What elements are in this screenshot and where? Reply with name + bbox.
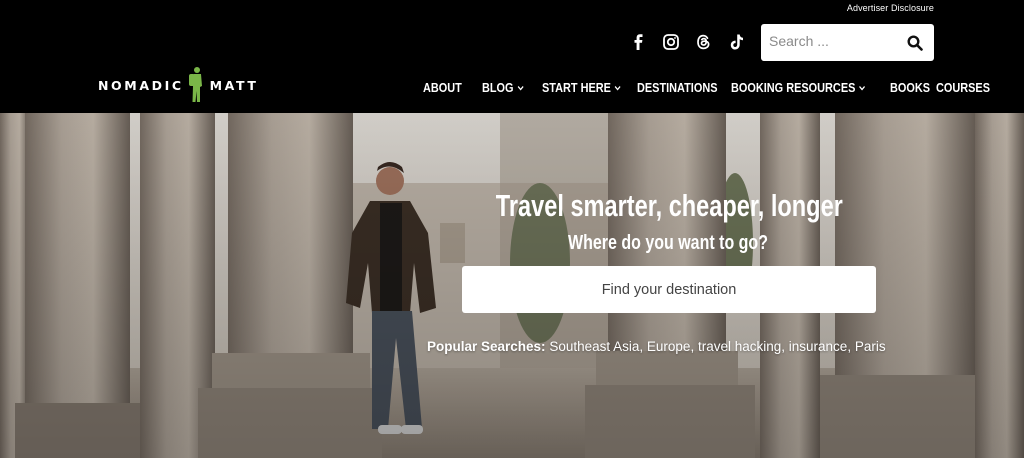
backpacker-figure-icon: [188, 67, 202, 102]
find-destination-button[interactable]: Find your destination: [462, 266, 876, 313]
nav-courses[interactable]: COURSES: [936, 80, 990, 95]
nav-booking-resources-label: BOOKING RESOURCES: [730, 80, 856, 95]
search-input[interactable]: [769, 33, 899, 49]
hero-section: Travel smarter, cheaper, longer Where do…: [0, 113, 1024, 458]
popular-searches: Popular Searches: Southeast Asia, Europe…: [427, 339, 886, 354]
site-logo[interactable]: NOMADIC MATT: [98, 66, 259, 104]
nav-about[interactable]: ABOUT: [423, 80, 462, 95]
advertiser-disclosure-link[interactable]: Advertiser Disclosure: [847, 3, 934, 13]
search-icon: [907, 35, 923, 51]
nav-booking-resources[interactable]: BOOKING RESOURCES: [731, 80, 865, 95]
popular-searches-label: Popular Searches:: [427, 339, 546, 354]
search-box: [761, 24, 934, 61]
popular-link-southeast-asia[interactable]: Southeast Asia: [549, 339, 639, 354]
chevron-down-icon: [858, 85, 865, 90]
nav-courses-label: COURSES: [936, 80, 991, 95]
hero-title: Travel smarter, cheaper, longer: [0, 188, 1024, 224]
nav-about-label: ABOUT: [423, 80, 462, 95]
nav-start-here-label: START HERE: [541, 80, 611, 95]
hero-subtitle-text: Where do you want to go?: [567, 232, 768, 254]
facebook-icon[interactable]: [628, 32, 647, 51]
nav-blog[interactable]: BLOG: [482, 80, 524, 95]
popular-link-paris[interactable]: Paris: [855, 339, 886, 354]
tiktok-icon[interactable]: [727, 32, 746, 51]
social-links: [628, 32, 746, 51]
nav-start-here[interactable]: START HERE: [542, 80, 621, 95]
logo-text-matt: MATT: [209, 77, 259, 93]
instagram-icon[interactable]: [661, 32, 680, 51]
popular-link-travel-hacking[interactable]: travel hacking: [698, 339, 781, 354]
logo-text-nomadic: NOMADIC: [98, 77, 184, 93]
nav-destinations[interactable]: DESTINATIONS: [637, 80, 717, 95]
site-header: Advertiser Disclosure NOMADIC MATT ABOUT: [0, 0, 1024, 113]
nav-destinations-label: DESTINATIONS: [636, 80, 718, 95]
nav-books[interactable]: BOOKS: [890, 80, 930, 95]
main-nav: ABOUT BLOG START HERE DESTINATIONS BOOKI…: [423, 80, 1001, 95]
nav-blog-label: BLOG: [482, 80, 514, 95]
hero-subtitle: Where do you want to go?: [0, 232, 1024, 255]
popular-link-insurance[interactable]: insurance: [789, 339, 848, 354]
nav-books-label: BOOKS: [889, 80, 930, 95]
search-button[interactable]: [906, 34, 924, 52]
chevron-down-icon: [614, 85, 621, 90]
chevron-down-icon: [517, 85, 524, 90]
popular-link-europe[interactable]: Europe: [647, 339, 691, 354]
threads-icon[interactable]: [694, 32, 713, 51]
hero-title-text: Travel smarter, cheaper, longer: [495, 188, 844, 223]
